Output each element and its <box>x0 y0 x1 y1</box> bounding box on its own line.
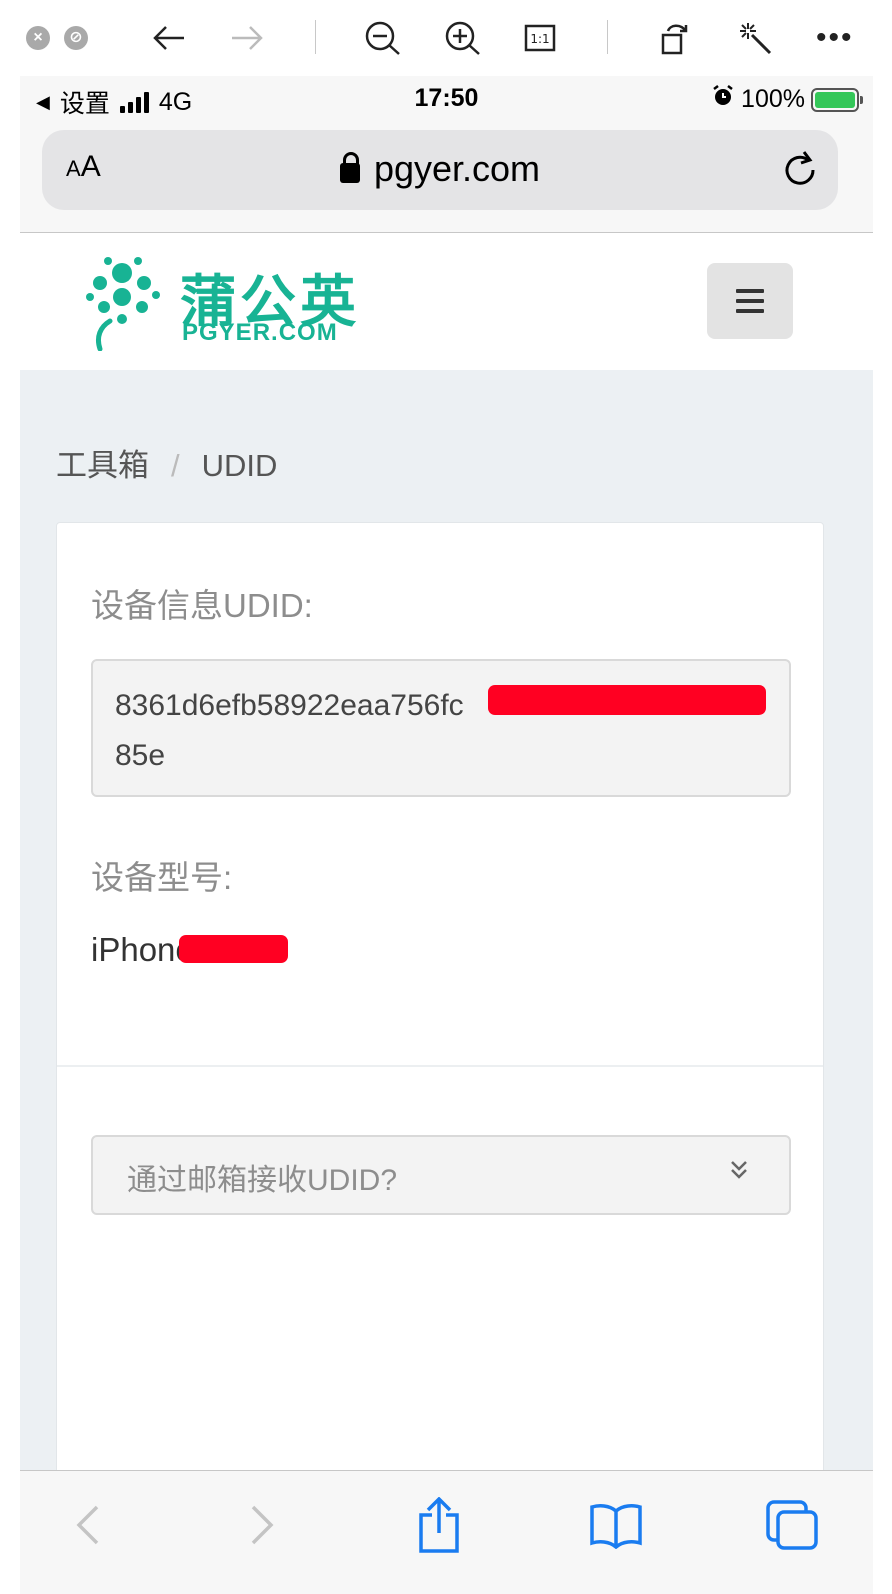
bookmarks-icon[interactable] <box>586 1497 646 1553</box>
viewer-toolbar: × ⊘ 1:1 ••• <box>0 0 892 76</box>
udid-value-box[interactable]: 8361d6efb58922eaa756fc 85e <box>91 659 791 797</box>
zoom-in-icon[interactable] <box>444 21 482 55</box>
email-toggle-label: 通过邮箱接收UDID? <box>127 1164 398 1197</box>
card-divider <box>57 1065 823 1067</box>
redaction-mark <box>488 685 766 715</box>
udid-label: 设备信息UDID: <box>91 587 313 624</box>
model-label: 设备型号: <box>91 859 233 896</box>
magic-wand-icon[interactable] <box>738 22 772 55</box>
reload-icon[interactable] <box>782 150 820 195</box>
actual-size-icon[interactable]: 1:1 <box>524 22 556 54</box>
zoom-out-icon[interactable] <box>364 21 402 55</box>
battery-icon <box>811 87 863 112</box>
breadcrumb: 工具箱 / UDID <box>56 440 277 485</box>
site-header: 蒲公英 PGYER.COM <box>20 233 873 370</box>
address-bar[interactable]: AA pgyer.com <box>42 130 838 210</box>
lock-icon <box>339 152 360 183</box>
dandelion-logo-icon[interactable] <box>86 255 166 356</box>
udid-card: 设备信息UDID: 8361d6efb58922eaa756fc 85e 设备型… <box>56 522 824 1482</box>
browser-bottom-toolbar <box>20 1470 873 1594</box>
stop-circle-icon[interactable]: ⊘ <box>64 22 88 54</box>
forward-icon[interactable] <box>232 1497 292 1553</box>
battery-percentage: 100% <box>741 85 805 113</box>
udid-value: 8361d6efb58922eaa756fc 85e <box>115 689 464 772</box>
email-udid-toggle[interactable]: 通过邮箱接收UDID? <box>91 1135 791 1215</box>
breadcrumb-separator: / <box>171 448 180 483</box>
breadcrumb-current: UDID <box>201 448 278 483</box>
share-icon[interactable] <box>409 1497 469 1553</box>
back-icon[interactable] <box>58 1497 118 1553</box>
tabs-icon[interactable] <box>762 1497 822 1553</box>
hamburger-menu-button[interactable] <box>707 263 793 339</box>
main-content: 工具箱 / UDID 设备信息UDID: 8361d6efb58922eaa756f… <box>20 370 873 1482</box>
url-host[interactable]: pgyer.com <box>42 148 838 190</box>
double-chevron-down-icon <box>729 1159 749 1186</box>
back-arrow-icon[interactable] <box>152 22 186 54</box>
phone-screen: ◀ 设置 4G 17:50 100% AA pgyer.com 蒲公英 PGYE… <box>20 76 873 1594</box>
svg-text:1:1: 1:1 <box>530 32 549 46</box>
logo-english-text[interactable]: PGYER.COM <box>182 319 338 347</box>
breadcrumb-parent[interactable]: 工具箱 <box>56 448 149 483</box>
more-icon[interactable]: ••• <box>816 21 854 54</box>
redaction-mark <box>179 935 288 963</box>
forward-arrow-icon[interactable] <box>230 22 264 54</box>
close-circle-icon[interactable]: × <box>26 22 50 54</box>
hamburger-icon <box>736 286 764 316</box>
rotate-icon[interactable] <box>660 22 692 55</box>
alarm-icon <box>711 84 735 115</box>
status-bar: ◀ 设置 4G 17:50 100% <box>20 76 873 120</box>
